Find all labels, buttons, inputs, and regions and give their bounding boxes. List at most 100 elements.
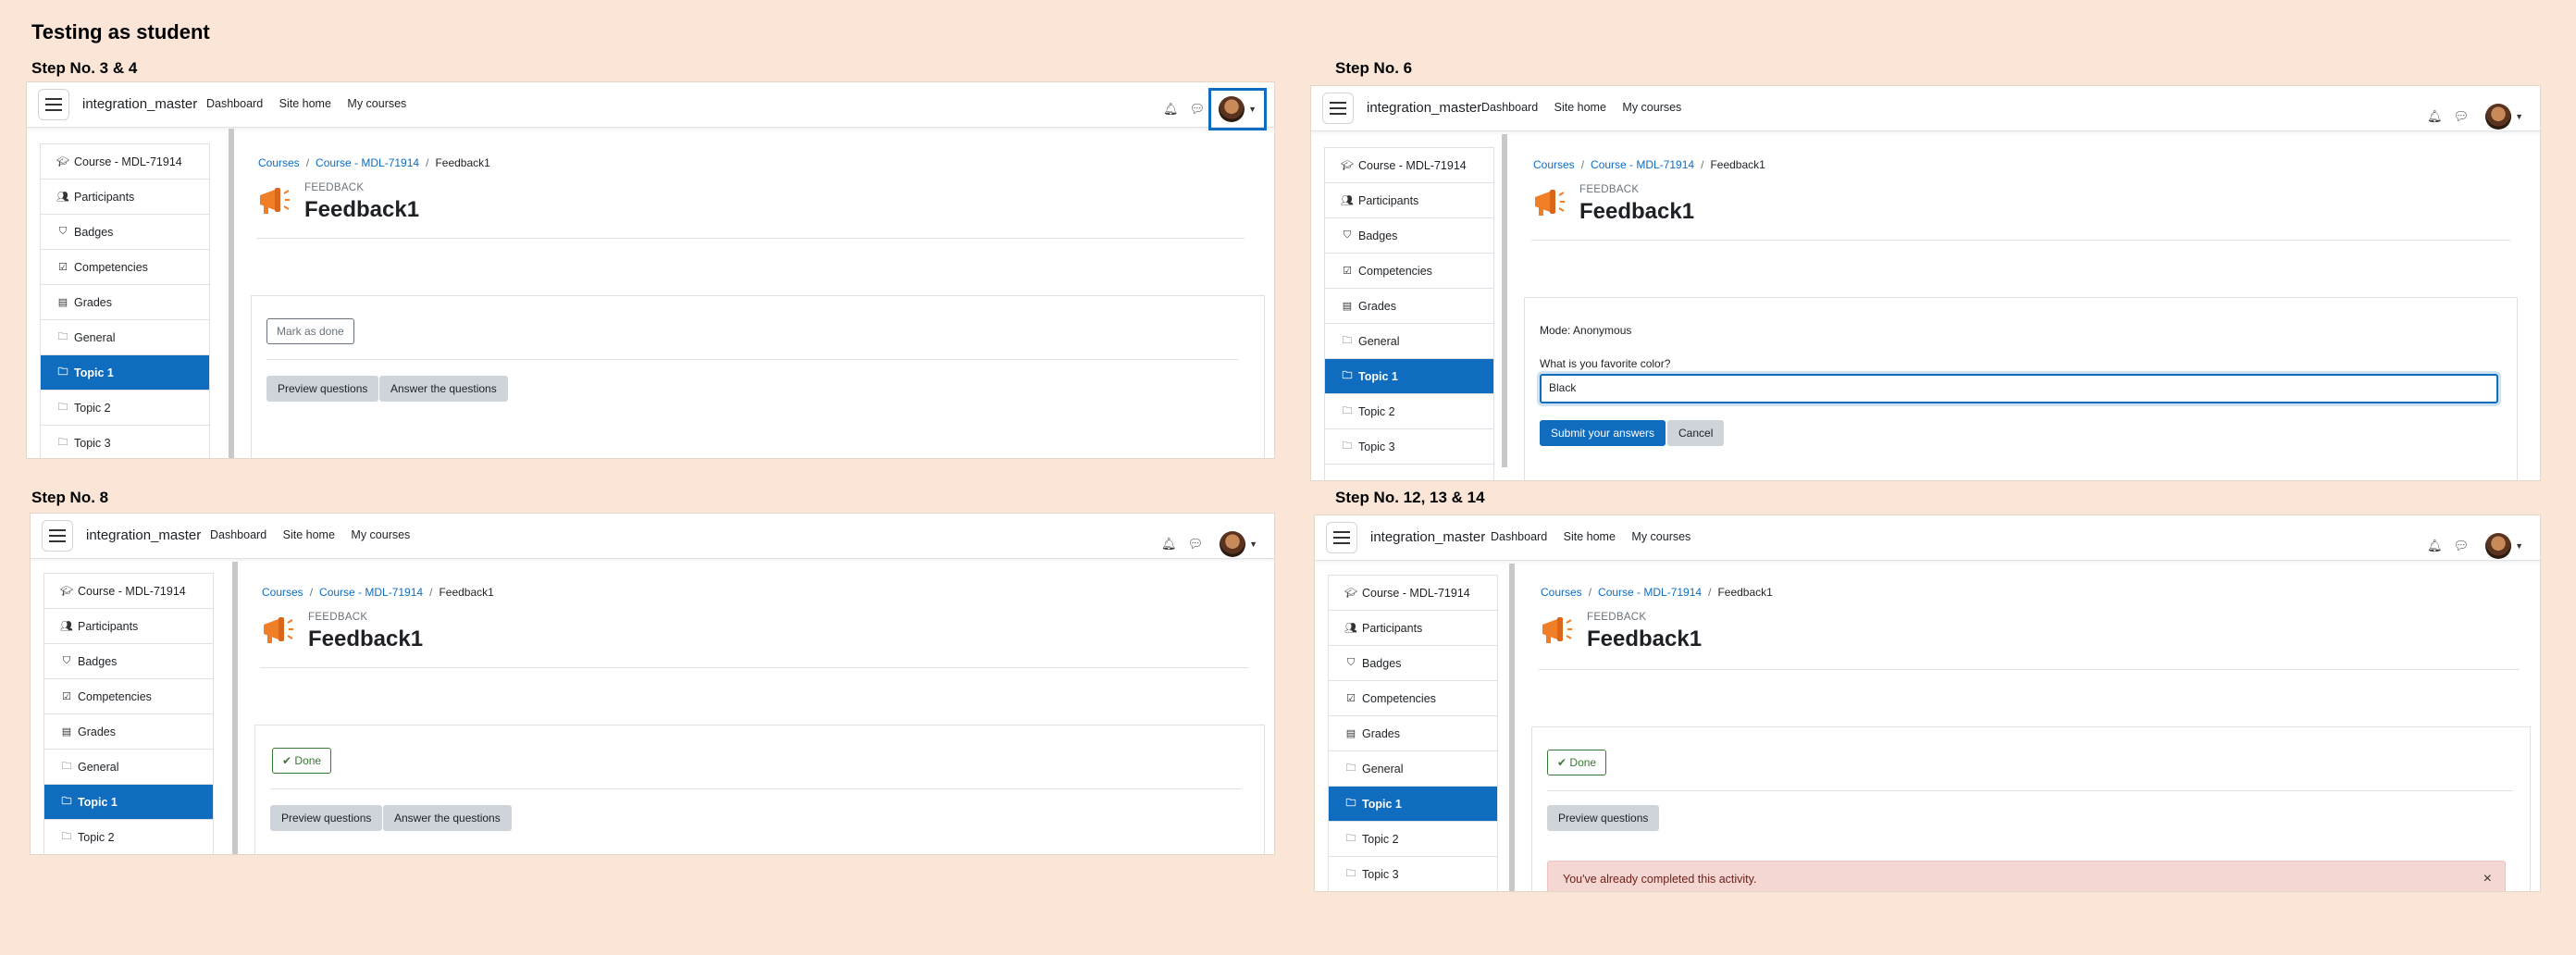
site-brand[interactable]: integration_master: [1370, 529, 1485, 545]
bell-icon[interactable]: 🔔︎: [2427, 539, 2443, 553]
sidebar-item-general[interactable]: 🗀 General: [41, 320, 209, 355]
nav-site-home[interactable]: Site home: [283, 528, 335, 541]
user-menu-button[interactable]: ▼: [1208, 88, 1267, 130]
folder-icon: 🗀: [1342, 440, 1353, 452]
menu-toggle-button[interactable]: [38, 89, 69, 120]
sidebar-item-grades[interactable]: ▤ Grades: [41, 285, 209, 320]
bell-icon[interactable]: 🔔︎: [1161, 537, 1177, 552]
chat-icon[interactable]: 💬︎: [2454, 539, 2470, 553]
sidebar-item-badges[interactable]: ⛉ Badges: [44, 644, 213, 679]
breadcrumb-courses[interactable]: Courses: [1541, 586, 1582, 599]
sidebar-item-course[interactable]: 🎓︎ Course - MDL-71914: [1329, 576, 1497, 611]
mark-as-done-button[interactable]: Mark as done: [266, 318, 354, 344]
sidebar-item-participants[interactable]: 👥︎ Participants: [1329, 611, 1497, 646]
breadcrumb-course[interactable]: Course - MDL-71914: [316, 156, 419, 169]
breadcrumb-course[interactable]: Course - MDL-71914: [1591, 158, 1694, 171]
drawer-divider[interactable]: [1502, 134, 1507, 467]
breadcrumb-course[interactable]: Course - MDL-71914: [1598, 586, 1702, 599]
sidebar-item-competencies[interactable]: ☑ Competencies: [44, 679, 213, 714]
menu-toggle-button[interactable]: [1322, 93, 1354, 124]
breadcrumb-course[interactable]: Course - MDL-71914: [319, 586, 423, 599]
site-brand[interactable]: integration_master: [86, 527, 201, 543]
drawer-divider[interactable]: [1509, 564, 1515, 891]
sidebar-item-course[interactable]: 🎓︎ Course - MDL-71914: [41, 144, 209, 180]
nav-dashboard[interactable]: Dashboard: [210, 528, 266, 541]
sidebar-item-grades[interactable]: ▤ Grades: [44, 714, 213, 750]
sidebar-item-topic-2[interactable]: 🗀 Topic 2: [1329, 822, 1497, 857]
screenshot-step-1: integration_master Dashboard Site home M…: [26, 81, 1275, 459]
nav-my-courses[interactable]: My courses: [1622, 101, 1681, 114]
nav-site-home[interactable]: Site home: [1564, 530, 1616, 543]
close-icon[interactable]: ×: [2483, 871, 2492, 887]
menu-toggle-button[interactable]: [42, 520, 73, 552]
sidebar-item-topic-1[interactable]: 🗀 Topic 1: [1329, 787, 1497, 822]
nav-dashboard[interactable]: Dashboard: [1491, 530, 1547, 543]
bell-icon[interactable]: 🔔︎: [2427, 109, 2443, 124]
answer-questions-button[interactable]: Answer the questions: [379, 376, 508, 402]
sidebar-item-topic-1[interactable]: 🗀 Topic 1: [44, 785, 213, 820]
sidebar-item-general[interactable]: 🗀 General: [44, 750, 213, 785]
sidebar-item-badges[interactable]: ⛉ Badges: [41, 215, 209, 250]
preview-questions-button[interactable]: Preview questions: [1547, 805, 1660, 831]
course-index: 🎓︎ Course - MDL-71914 👥︎ Participants ⛉ Bad…: [1324, 147, 1494, 480]
submit-answers-button[interactable]: Submit your answers: [1540, 420, 1666, 446]
chat-icon[interactable]: 💬︎: [2454, 109, 2470, 124]
site-brand[interactable]: integration_master: [82, 96, 197, 112]
sidebar-item-badges[interactable]: ⛉ Badges: [1329, 646, 1497, 681]
sidebar-item-grades[interactable]: ▤ Grades: [1329, 716, 1497, 751]
users-icon: 👥︎: [56, 192, 69, 203]
menu-toggle-button[interactable]: [1326, 522, 1357, 553]
nav-my-courses[interactable]: My courses: [1631, 530, 1690, 543]
preview-questions-button[interactable]: Preview questions: [270, 805, 383, 831]
sidebar-item-participants[interactable]: 👥︎ Participants: [41, 180, 209, 215]
sidebar-item-badges[interactable]: ⛉ Badges: [1325, 218, 1493, 254]
cancel-button[interactable]: Cancel: [1667, 420, 1725, 446]
sidebar-item-topic-3[interactable]: 🗀 Topic 3: [1325, 429, 1493, 465]
done-button[interactable]: ✔ Done: [1547, 750, 1607, 775]
chat-icon[interactable]: 💬︎: [1190, 102, 1206, 117]
sidebar-item-participants[interactable]: 👥︎ Participants: [1325, 183, 1493, 218]
favorite-color-input[interactable]: Black: [1540, 374, 2498, 403]
sidebar-item-topic-3[interactable]: 🗀 Topic 3: [41, 426, 209, 458]
user-menu-button[interactable]: ▼: [1214, 527, 1263, 561]
sidebar-item-general[interactable]: 🗀 General: [1329, 751, 1497, 787]
sidebar-item-topic-2[interactable]: 🗀 Topic 2: [44, 820, 213, 854]
sidebar-item-course[interactable]: 🎓︎ Course - MDL-71914: [1325, 148, 1493, 183]
breadcrumb-courses[interactable]: Courses: [258, 156, 300, 169]
sidebar-item-topic-1[interactable]: 🗀 Topic 1: [41, 355, 209, 391]
nav-dashboard[interactable]: Dashboard: [1481, 101, 1538, 114]
sidebar-item-competencies[interactable]: ☑ Competencies: [1329, 681, 1497, 716]
sidebar-item-course[interactable]: 🎓︎ Course - MDL-71914: [44, 574, 213, 609]
breadcrumb-courses[interactable]: Courses: [262, 586, 303, 599]
avatar: [1220, 531, 1246, 557]
sidebar-item-competencies[interactable]: ☑ Competencies: [41, 250, 209, 285]
activity-title: Feedback1: [304, 197, 420, 222]
breadcrumb-courses[interactable]: Courses: [1533, 158, 1575, 171]
drawer-divider[interactable]: [229, 129, 234, 458]
sidebar-item-participants[interactable]: 👥︎ Participants: [44, 609, 213, 644]
bell-icon[interactable]: 🔔︎: [1163, 102, 1179, 117]
chat-icon[interactable]: 💬︎: [1188, 537, 1204, 552]
sidebar-item-topic-3[interactable]: 🗀 Topic 3: [1329, 857, 1497, 891]
nav-dashboard[interactable]: Dashboard: [206, 97, 263, 110]
done-button[interactable]: ✔ Done: [272, 748, 332, 774]
sidebar-item-topic-2[interactable]: 🗀 Topic 2: [41, 391, 209, 426]
sidebar-item-topic-2[interactable]: 🗀 Topic 2: [1325, 394, 1493, 429]
site-brand[interactable]: integration_master: [1367, 100, 1481, 116]
nav-site-home[interactable]: Site home: [1554, 101, 1606, 114]
sidebar-item-competencies[interactable]: ☑ Competencies: [1325, 254, 1493, 289]
nav-my-courses[interactable]: My courses: [351, 528, 410, 541]
folder-icon: 🗀: [1342, 335, 1353, 346]
nav-site-home[interactable]: Site home: [279, 97, 331, 110]
step-label-1: Step No. 3 & 4: [31, 59, 138, 77]
sidebar-item-general[interactable]: 🗀 General: [1325, 324, 1493, 359]
nav-my-courses[interactable]: My courses: [347, 97, 406, 110]
preview-questions-button[interactable]: Preview questions: [266, 376, 379, 402]
drawer-divider[interactable]: [232, 562, 238, 854]
sidebar-item-topic-1[interactable]: 🗀 Topic 1: [1325, 359, 1493, 394]
answer-questions-button[interactable]: Answer the questions: [383, 805, 512, 831]
table-icon: ▤: [1342, 301, 1353, 312]
sidebar-item-grades[interactable]: ▤ Grades: [1325, 289, 1493, 324]
user-menu-button[interactable]: ▼: [2480, 100, 2529, 133]
user-menu-button[interactable]: ▼: [2480, 529, 2529, 563]
